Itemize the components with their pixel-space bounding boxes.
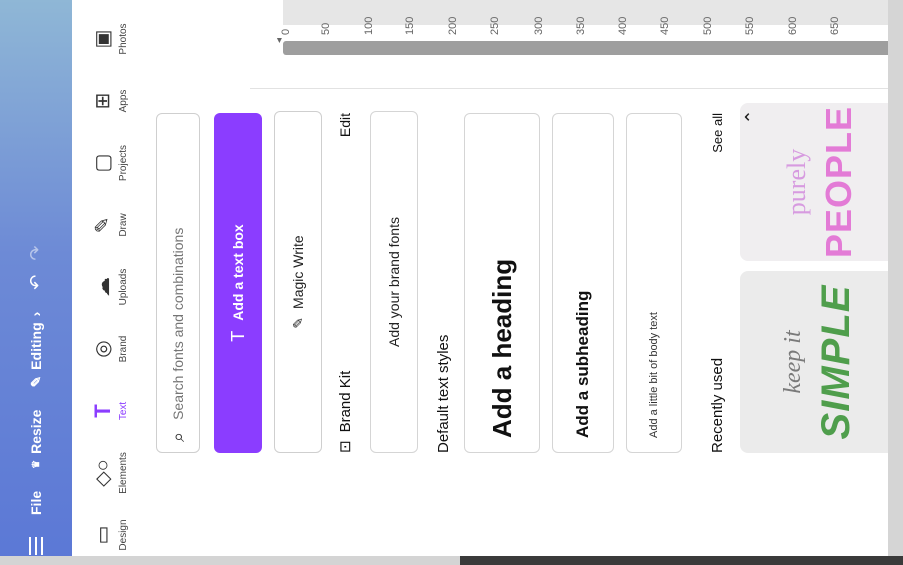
nav-label: Text [117,401,129,421]
add-body-text-button[interactable]: Add a little bit of body text [626,113,682,453]
chevron-up-icon[interactable]: ⌃ [738,103,766,131]
combo-1-line1: keep it [780,330,806,394]
shapes-icon: ◇○ [91,459,114,487]
nav-uploads[interactable]: ☁ Uploads [72,257,148,317]
ruler-tick: 100 [363,16,375,35]
pencil-icon: ✎ [27,375,44,388]
text-icon: T [89,404,115,418]
nav-label: Brand [117,335,129,363]
nav-draw[interactable]: ✎ Draw [72,195,148,255]
recently-used-row: Recently used See all [704,113,730,453]
app-stage: File ♛ Resize ✎ Editing › ↶ ↷ ▭ Design ◇○ E… [0,0,903,565]
ruler-tick: 50 [320,22,332,35]
search-input[interactable] [169,157,187,422]
ruler-tick: 650 [829,16,841,35]
magic-pen-icon: ✎ [289,316,306,329]
default-text-styles-heading: Default text styles [434,334,452,453]
brand-icon: ◎ [91,340,114,358]
ruler-tick: 550 [744,16,756,35]
resize-label: Resize [28,409,44,454]
nav-photos[interactable]: ▣ Photos [72,9,148,69]
combo-2-line2: PEOPLE [818,105,859,259]
editing-dropdown[interactable]: ✎ Editing › [28,312,45,388]
brand-kit-title: ⊡ Brand Kit [336,370,355,453]
nav-label: Apps [117,89,129,113]
add-heading-button[interactable]: Add a heading [464,113,540,453]
text-box-icon: T [227,330,248,342]
nav-apps[interactable]: ⊞ Apps [72,71,148,131]
font-search[interactable]: ⌕ [156,113,200,453]
layout-icon: ▭ [91,525,114,545]
ruler-tick: 300 [533,16,545,35]
combo-2-line1: purely [782,148,811,216]
ruler-tick: 350 [575,16,587,35]
canvas-edge [888,0,903,565]
ruler-tick: 200 [447,16,459,35]
brand-kit-icon: ⊡ [337,440,354,453]
add-text-label: Add a text box [230,224,246,321]
ruler-tick: 600 [787,16,799,35]
file-menu[interactable]: File [28,491,44,515]
magic-write-button[interactable]: ✎ Magic Write [274,111,322,453]
add-brand-fonts-button[interactable]: Add your brand fonts [370,111,418,453]
redo-icon[interactable]: ↷ [26,246,47,261]
brand-kit-label: Brand Kit [336,370,354,433]
nav-label: Photos [117,23,129,55]
editing-label: Editing [28,322,44,370]
nav-projects[interactable]: ▢ Projects [72,133,148,193]
nav-label: Projects [117,144,129,182]
recently-used-heading: Recently used [708,357,726,453]
magic-write-label: Magic Write [290,235,306,309]
folder-icon: ▢ [91,153,114,173]
nav-label: Uploads [117,268,129,306]
brand-kit-row: ⊡ Brand Kit Edit [330,113,360,453]
resize-button[interactable]: ♛ Resize [28,410,44,469]
side-nav: ▭ Design ◇○ Elements T Text ◎ Brand ☁ Up… [72,0,148,565]
ruler-tick: 250 [489,16,501,35]
bottom-left-strip [0,556,460,565]
apps-icon: ⊞ [91,92,114,110]
search-icon: ⌕ [167,431,188,442]
pen-icon: ✎ [91,216,114,234]
nav-brand[interactable]: ◎ Brand [72,319,148,379]
nav-label: Draw [117,213,129,237]
ruler-tick: 450 [659,16,671,35]
top-bar: File ♛ Resize ✎ Editing › ↶ ↷ [0,0,72,565]
brand-kit-edit-link[interactable]: Edit [337,113,353,137]
nav-label: Design [117,519,129,551]
hamburger-icon [29,537,43,555]
horizontal-scrollbar[interactable] [283,41,903,55]
add-subheading-button[interactable]: Add a subheading [552,113,614,453]
ruler-tick: 500 [702,16,714,35]
see-all-link[interactable]: See all [710,113,725,153]
crown-icon: ♛ [30,459,42,469]
add-text-box-button[interactable]: T Add a text box [214,113,262,453]
recent-font-combo-1[interactable]: keep it SIMPLE [740,271,903,453]
ruler-tick: 150 [404,16,416,35]
cloud-upload-icon: ☁ [91,277,114,297]
chevron-down-icon: › [28,311,44,317]
undo-icon[interactable]: ↶ [26,275,47,290]
menu-button[interactable] [29,537,43,555]
ruler-track [283,0,903,25]
nav-elements[interactable]: ◇○ Elements [72,443,148,503]
photo-icon: ▣ [91,29,114,49]
combo-1-line2: SIMPLE [814,284,858,440]
scroll-left-icon[interactable]: ◂ [274,38,285,43]
nav-text[interactable]: T Text [72,381,148,441]
nav-label: Elements [117,452,129,494]
ruler-tick: 400 [617,16,629,35]
bottom-right-strip [460,556,903,565]
ruler-tick: 0 [280,28,292,35]
